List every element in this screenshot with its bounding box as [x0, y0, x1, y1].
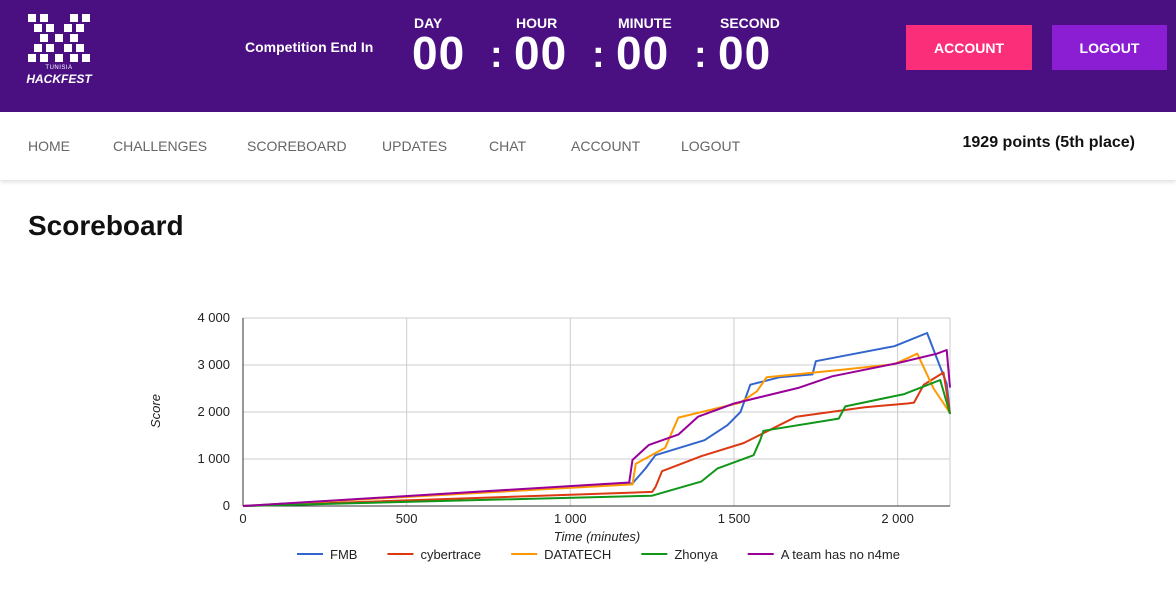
legend-label[interactable]: Zhonya [674, 547, 718, 562]
chart-legend: FMB cybertrace DATATECH Zhonya A team has no… [297, 547, 900, 562]
x-tick-label: 2 000 [881, 511, 914, 526]
legend-label[interactable]: FMB [330, 547, 357, 562]
legend-label[interactable]: cybertrace [420, 547, 481, 562]
series-line[interactable] [242, 349, 951, 507]
chart-ticks: 0 1 000 2 000 3 000 4 000 0 500 1 000 1 500 2 000 [197, 310, 913, 526]
x-axis-label: Time (minutes) [554, 529, 641, 544]
x-tick-label: 0 [239, 511, 246, 526]
y-tick-label: 1 000 [197, 451, 230, 466]
x-tick-label: 1 500 [718, 511, 751, 526]
series-line[interactable] [242, 352, 951, 507]
chart-grid [242, 317, 951, 507]
y-tick-label: 2 000 [197, 404, 230, 419]
legend-label[interactable]: DATATECH [544, 547, 611, 562]
chart-series [242, 332, 951, 507]
y-axis-label: Score [148, 394, 163, 428]
legend-label[interactable]: A team has no n4me [781, 547, 900, 562]
x-tick-label: 500 [396, 511, 418, 526]
series-line[interactable] [242, 332, 951, 507]
y-tick-label: 4 000 [197, 310, 230, 325]
y-tick-label: 0 [223, 498, 230, 513]
x-tick-label: 1 000 [554, 511, 587, 526]
y-tick-label: 3 000 [197, 357, 230, 372]
scoreboard-chart: 0 1 000 2 000 3 000 4 000 0 500 1 000 1 500 2 000… [148, 310, 951, 562]
